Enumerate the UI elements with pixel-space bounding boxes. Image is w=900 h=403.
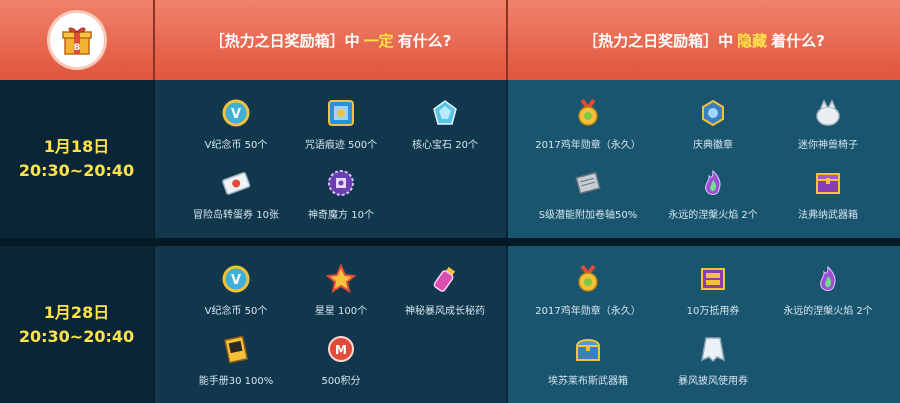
- reward-label: 星星 100个: [314, 306, 368, 317]
- reward-label: 2017鸡年勋章（永久）: [535, 140, 641, 151]
- star-icon: [326, 264, 356, 294]
- spell-trace-icon: [326, 98, 356, 128]
- flame-icon: [813, 264, 843, 294]
- header-hidden-rewards: ［热力之日奖励箱］中 隐藏 着什么?: [508, 0, 900, 80]
- svg-text:V: V: [231, 107, 241, 122]
- header-hidden-prefix: ［热力之日奖励箱］中: [583, 31, 734, 50]
- reward-item: V V纪念币 50个: [176, 98, 296, 151]
- v-coin-icon: V: [221, 98, 251, 128]
- v-coin-icon: V: [221, 264, 251, 294]
- svg-text:V: V: [231, 273, 241, 288]
- reward-item: 冒险岛转蛋券 10张: [176, 168, 296, 221]
- header-hidden-suffix: 着什么?: [771, 31, 825, 50]
- potion-icon: [430, 264, 460, 294]
- reward-label: 冒险岛转蛋券 10张: [193, 210, 279, 221]
- svg-text:M: M: [335, 343, 347, 357]
- header-definite-prefix: ［热力之日奖励箱］中: [209, 31, 360, 50]
- reward-label: 迷你神兽椅子: [798, 140, 858, 151]
- reward-label: 永远的涅槃火焰 2个: [783, 306, 873, 317]
- core-gemstone-icon: [430, 98, 460, 128]
- reward-label: 神奇魔方 10个: [308, 210, 374, 221]
- reward-item: 2017鸡年勋章（永久）: [528, 98, 648, 151]
- reward-item: 迷你神兽椅子: [768, 98, 888, 151]
- beast-chair-icon: [813, 98, 843, 128]
- reward-label: 10万抵用券: [686, 306, 740, 317]
- reward-item: 埃苏莱布斯武器箱: [528, 334, 648, 387]
- gachapon-ticket-icon: [221, 168, 251, 198]
- event-date: 1月28日: [43, 302, 110, 322]
- reward-label: S级潜能附加卷轴50%: [538, 210, 638, 221]
- reward-item: 10万抵用券: [653, 264, 773, 317]
- gift-box-icon: B: [49, 13, 104, 67]
- reward-label: 暴风披风使用券: [678, 376, 748, 387]
- definite-rewards-panel: V V纪念币 50个 咒语痕迹 500个 核心宝石 20个 冒险岛转蛋券 10张…: [155, 80, 508, 238]
- reward-label: 500积分: [321, 376, 361, 387]
- reward-item: 核心宝石 20个: [385, 98, 505, 151]
- magic-cube-icon: [326, 168, 356, 198]
- rooster-medal-icon: [573, 264, 603, 294]
- event-time: 20:30~20:40: [18, 326, 135, 346]
- event-time: 20:30~20:40: [18, 161, 135, 180]
- reward-item: 法弗纳武器箱: [768, 168, 888, 221]
- reward-label: V纪念币 50个: [204, 140, 268, 151]
- event-date: 1月18日: [43, 137, 110, 156]
- reward-label: 法弗纳武器箱: [798, 210, 858, 221]
- event-date-cell: 1月28日 20:30~20:40: [0, 246, 155, 403]
- reward-label: 永远的涅槃火焰 2个: [668, 210, 758, 221]
- reward-table: B ［热力之日奖励箱］中 一定 有什么? ［热力之日奖励箱］中 隐藏 着什么? …: [0, 0, 900, 403]
- reward-label: 咒语痕迹 500个: [304, 140, 378, 151]
- hidden-rewards-panel: 2017鸡年勋章（永久） 庆典徽章 迷你神兽椅子 S级潜能附加卷轴50% 永远的…: [508, 80, 900, 238]
- reward-item: 神秘暴风成长秘药: [385, 264, 505, 317]
- reward-label: 庆典徽章: [693, 140, 733, 151]
- reward-item: 咒语痕迹 500个: [281, 98, 401, 151]
- reward-row-2: 1月28日 20:30~20:40 V V纪念币 50个 星星 100个 神秘暴…: [0, 246, 900, 403]
- header-definite-rewards: ［热力之日奖励箱］中 一定 有什么?: [155, 0, 508, 80]
- reward-item: 神奇魔方 10个: [281, 168, 401, 221]
- voucher-icon: [698, 264, 728, 294]
- reward-item: 能手册30 100%: [176, 334, 296, 387]
- reward-item: 永远的涅槃火焰 2个: [653, 168, 773, 221]
- reward-item: V V纪念币 50个: [176, 264, 296, 317]
- event-date-cell: 1月18日 20:30~20:40: [0, 80, 155, 238]
- row-separator: [0, 238, 900, 246]
- reward-label: 能手册30 100%: [198, 376, 274, 387]
- reward-item: 暴风披风使用券: [653, 334, 773, 387]
- scroll-icon: [573, 168, 603, 198]
- header-definite-suffix: 有什么?: [397, 31, 452, 50]
- definite-rewards-panel: V V纪念币 50个 星星 100个 神秘暴风成长秘药 能手册30 100% M…: [155, 246, 508, 403]
- treasure-chest-icon: [573, 334, 603, 364]
- reward-item: 2017鸡年勋章（永久）: [528, 264, 648, 317]
- cloak-icon: [698, 334, 728, 364]
- hidden-rewards-panel: 2017鸡年勋章（永久） 10万抵用券 永远的涅槃火焰 2个 埃苏莱布斯武器箱: [508, 246, 900, 403]
- reward-item: 星星 100个: [281, 264, 401, 317]
- reward-item: 永远的涅槃火焰 2个: [768, 264, 888, 317]
- header-definite-highlight: 一定: [363, 31, 394, 50]
- reward-item: 庆典徽章: [653, 98, 773, 151]
- celebration-badge-icon: [698, 98, 728, 128]
- skill-book-icon: [221, 334, 251, 364]
- reward-label: 核心宝石 20个: [412, 140, 478, 151]
- weapon-box-icon: [813, 168, 843, 198]
- reward-label: 2017鸡年勋章（永久）: [535, 306, 641, 317]
- svg-text:B: B: [73, 43, 80, 53]
- flame-icon: [698, 168, 728, 198]
- reward-label: V纪念币 50个: [204, 306, 268, 317]
- reward-item: M 500积分: [281, 334, 401, 387]
- reward-label: 神秘暴风成长秘药: [405, 306, 485, 317]
- reward-label: 埃苏莱布斯武器箱: [548, 376, 628, 387]
- rooster-medal-icon: [573, 98, 603, 128]
- reward-row-1: 1月18日 20:30~20:40 V V纪念币 50个 咒语痕迹 500个 核…: [0, 80, 900, 238]
- header-icon-cell: B: [0, 0, 155, 80]
- points-token-icon: M: [326, 334, 356, 364]
- reward-item: S级潜能附加卷轴50%: [528, 168, 648, 221]
- header-hidden-highlight: 隐藏: [737, 31, 768, 50]
- table-header: B ［热力之日奖励箱］中 一定 有什么? ［热力之日奖励箱］中 隐藏 着什么?: [0, 0, 900, 80]
